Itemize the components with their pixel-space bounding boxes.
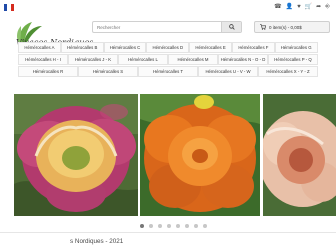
category-item[interactable]: Hémérocalles P - Q [268, 54, 318, 65]
daylily-photo [14, 94, 138, 216]
carousel-indicators [140, 224, 207, 228]
carousel-dot[interactable] [140, 224, 144, 228]
daylily-photo [263, 94, 336, 216]
search-icon [228, 24, 235, 30]
slide-daylily-peach[interactable] [263, 94, 336, 216]
category-item[interactable]: Hémérocalles R [18, 66, 78, 77]
category-item[interactable]: Hémérocalles U - V - W [198, 66, 258, 77]
cart-button[interactable]: 0 item(s) - 0,00$ [254, 21, 330, 33]
carousel-dot[interactable] [149, 224, 153, 228]
account-icons: ☎ 👤 ♥ 🛒 ➦ ⎆ [274, 3, 330, 11]
category-item[interactable]: Hémérocalles N - O - D [218, 54, 268, 65]
page: ☎ 👤 ♥ 🛒 ➦ ⎆ Vivaces Nordiques 0 [0, 0, 336, 252]
category-item[interactable]: Hémérocalles M [168, 54, 218, 65]
category-item[interactable]: Hémérocalles T [138, 66, 198, 77]
daylily-photo [140, 94, 260, 216]
category-item[interactable]: Hémérocalles C [103, 42, 147, 53]
cart-icon [260, 24, 266, 30]
category-item[interactable]: Hémérocalles F [231, 42, 275, 53]
category-item[interactable]: Hémérocalles B [60, 42, 104, 53]
footer-copyright: s Nordiques - 2021 [70, 238, 124, 245]
category-item[interactable]: Hémérocalles E [189, 42, 232, 53]
carousel-dot[interactable] [167, 224, 171, 228]
slide-daylily-orange[interactable] [140, 94, 260, 216]
search-input[interactable] [93, 22, 221, 32]
user-icon[interactable]: 👤 [286, 3, 293, 11]
carousel-dot[interactable] [176, 224, 180, 228]
cart-label: 0 item(s) - 0,00$ [269, 24, 302, 30]
category-item[interactable]: Hémérocalles G [274, 42, 318, 53]
heart-icon[interactable]: ♥ [297, 3, 301, 11]
search-bar [92, 21, 242, 33]
footer-divider [0, 232, 336, 233]
category-row: Hémérocalles R Hémérocalles S Hémérocall… [18, 66, 318, 77]
language-flag-icon[interactable] [4, 4, 14, 11]
category-item[interactable]: Hémérocalles H - I [18, 54, 68, 65]
carousel-dot[interactable] [185, 224, 189, 228]
category-menu: Hémérocalles A Hémérocalles B Hémérocall… [18, 42, 318, 78]
carousel-dot[interactable] [158, 224, 162, 228]
category-item[interactable]: Hémérocalles J - K [68, 54, 118, 65]
carousel-dot[interactable] [203, 224, 207, 228]
cart-small-icon[interactable]: 🛒 [305, 3, 312, 11]
share-icon[interactable]: ➦ [316, 3, 321, 11]
search-button[interactable] [221, 22, 241, 32]
category-item[interactable]: Hémérocalles D [146, 42, 190, 53]
phone-icon[interactable]: ☎ [274, 3, 281, 11]
carousel-dot[interactable] [194, 224, 198, 228]
slide-daylily-purple[interactable] [14, 94, 138, 216]
image-carousel[interactable] [0, 94, 336, 216]
category-item[interactable]: Hémérocalles L [118, 54, 168, 65]
category-item[interactable]: Hémérocalles X - Y - Z [258, 66, 318, 77]
category-item[interactable]: Hémérocalles S [78, 66, 138, 77]
category-item[interactable]: Hémérocalles A [18, 42, 61, 53]
category-row: Hémérocalles H - I Hémérocalles J - K Hé… [18, 54, 318, 65]
login-icon[interactable]: ⎆ [325, 3, 330, 11]
category-row: Hémérocalles A Hémérocalles B Hémérocall… [18, 42, 318, 53]
